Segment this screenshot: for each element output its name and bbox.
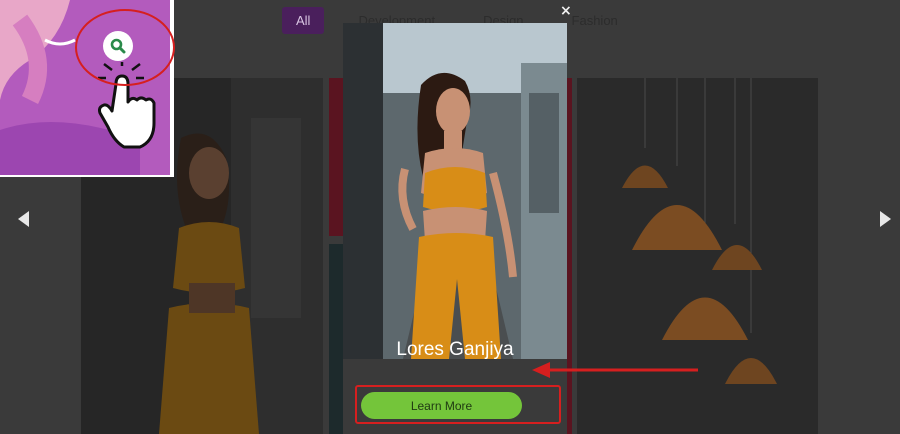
annotation-arrow-icon — [532, 362, 698, 378]
chevron-right-icon[interactable] — [880, 211, 891, 227]
gallery-tile-teal[interactable] — [329, 244, 343, 434]
modal-image — [343, 23, 567, 359]
modal-title: Lores Ganjiya — [396, 339, 514, 360]
filter-all[interactable]: All — [282, 6, 325, 34]
learn-more-highlight — [355, 385, 561, 424]
gallery-tile-red[interactable] — [329, 78, 343, 236]
close-icon[interactable]: × — [560, 3, 572, 19]
chevron-left-icon[interactable] — [18, 211, 29, 227]
lightbox-overlay: All Development Design Fashion Lores Gan… — [0, 0, 900, 434]
search-highlight — [75, 9, 175, 86]
